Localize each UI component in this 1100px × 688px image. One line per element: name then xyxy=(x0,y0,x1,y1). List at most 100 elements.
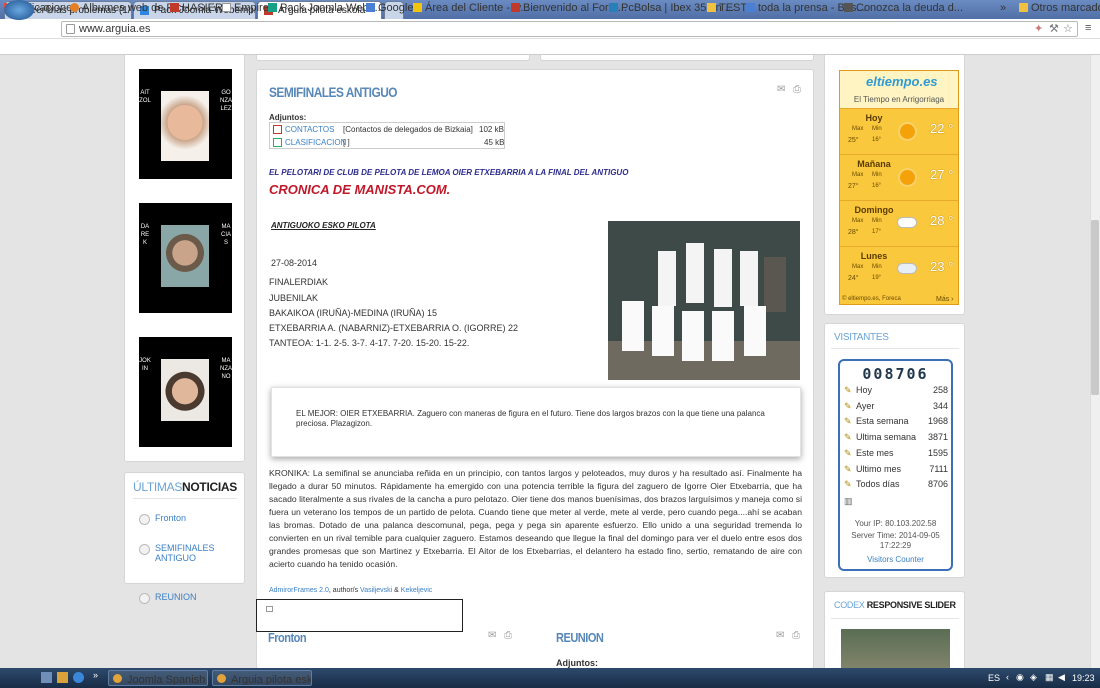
attachment-clasificacion[interactable]: CLASIFICACION xyxy=(285,138,346,147)
player-card[interactable]: AITZOL GONZALEZ xyxy=(139,69,232,179)
pencil-icon: ✎ xyxy=(844,463,852,474)
stat-label: Esta semana xyxy=(856,416,909,427)
attachment-contactos[interactable]: CONTACTOS xyxy=(285,125,334,134)
cronica-heading: CRONICA DE MANISTA.COM. xyxy=(269,182,451,197)
taskbar-overflow[interactable]: » xyxy=(93,670,98,680)
visitor-stat-row: ✎ Todos días 8706 xyxy=(844,479,948,490)
explorer-icon[interactable] xyxy=(57,672,68,683)
print-icon[interactable]: ⎙ xyxy=(792,630,800,641)
menu-icon[interactable]: ≡ xyxy=(1085,22,1091,34)
wrench-extension-icon[interactable]: ⚒ xyxy=(1049,22,1059,35)
coach-figure xyxy=(764,257,786,312)
article-title[interactable]: SEMIFINALES ANTIGUO xyxy=(269,84,398,100)
min-temp: 16° xyxy=(872,137,882,143)
player-first-name: JOKIN xyxy=(139,358,151,372)
network-icon[interactable]: ▦ xyxy=(1045,672,1054,683)
pencil-icon: ✎ xyxy=(844,385,852,395)
extension-icon[interactable]: ✦ xyxy=(1034,22,1043,35)
address-bar[interactable]: www.arguia.es xyxy=(61,21,1078,37)
max-temp: 24° xyxy=(848,275,859,282)
bookmark-empire[interactable]: Empire xyxy=(222,2,269,14)
print-icon[interactable]: ⎙ xyxy=(504,630,512,641)
news-item-reunion[interactable]: REUNION xyxy=(139,592,258,604)
player-card[interactable]: DAREK MACIAS xyxy=(139,203,232,313)
player-photo xyxy=(161,225,209,287)
quote-box: EL MEJOR: OIER ETXEBARRIA. Zaguero con m… xyxy=(271,387,801,457)
player-figure xyxy=(658,251,676,306)
site-icon xyxy=(844,3,853,12)
bookmark-test[interactable]: TEST xyxy=(707,2,747,14)
desktop-icon[interactable] xyxy=(41,672,52,683)
next-article-reunion[interactable]: REUNION xyxy=(556,630,604,645)
module-title: ÚLTIMASNOTICIAS xyxy=(133,480,237,494)
volume-icon[interactable]: ◀ xyxy=(1058,672,1065,683)
bookmarks-overflow[interactable]: » xyxy=(1000,2,1006,14)
stats-icon: ▥ xyxy=(844,496,853,506)
news-item-semifinales[interactable]: SEMIFINALES ANTIGUO xyxy=(139,543,229,563)
attachment-size: 45 kB xyxy=(484,138,505,147)
tray-arrow-icon[interactable]: ‹ xyxy=(1006,672,1009,682)
next-article-fronton[interactable]: Fronton xyxy=(268,630,307,645)
tray-icon[interactable]: ◈ xyxy=(1030,672,1037,683)
player-last-name: MACIAS xyxy=(220,224,231,246)
email-icon[interactable]: ✉ xyxy=(776,630,784,641)
current-temp: 27 ° xyxy=(930,167,954,182)
other-bookmarks[interactable]: Otros marcadores xyxy=(1019,2,1100,14)
max-temp: 27° xyxy=(848,183,859,190)
file-icon xyxy=(273,125,282,134)
frame-placeholder xyxy=(256,599,463,632)
clock[interactable]: 19:23 xyxy=(1072,673,1095,683)
article-date: 27-08-2014 xyxy=(271,258,318,268)
min-temp: 19° xyxy=(872,275,882,281)
stat-value: 1595 xyxy=(927,447,948,458)
print-icon[interactable]: ⎙ xyxy=(793,84,801,95)
email-icon[interactable]: ✉ xyxy=(488,630,496,641)
visitors-counter-link[interactable]: Visitors Counter xyxy=(840,555,951,564)
section-heading: ANTIGUOKO ESKO PILOTA xyxy=(271,221,376,230)
page-viewport: AITZOL GONZALEZ DAREK MACIAS JOKIN MANZA… xyxy=(0,55,1090,668)
language-indicator[interactable]: ES xyxy=(988,673,1000,683)
folder-icon xyxy=(707,3,716,12)
divider xyxy=(831,618,959,619)
slider-image[interactable] xyxy=(841,629,950,668)
player-figure xyxy=(740,251,758,306)
folder-icon xyxy=(1019,3,1028,12)
visitor-stat-row: ✎ Ayer 344 xyxy=(844,401,948,411)
taskbar-item-arguia[interactable]: Arguia pilota eskola ... xyxy=(212,670,312,686)
star-icon[interactable]: ☆ xyxy=(1063,22,1073,35)
credit-link[interactable]: AdmirorFrames 2.0 xyxy=(269,587,329,594)
stat-value: 8706 xyxy=(927,479,948,490)
max-label: Max xyxy=(852,172,864,178)
tray-icon[interactable]: ◉ xyxy=(1016,672,1024,683)
player-figure xyxy=(682,311,704,361)
visitor-stat-row: ✎ Ultima semana 3871 xyxy=(844,432,948,442)
min-label: Min xyxy=(872,264,882,270)
result-line: JUBENILAK xyxy=(269,293,319,303)
eltiempo-logo: eltiempo.es xyxy=(866,74,938,89)
kronika-text: KRONIKA: La semifinal se anunciaba reñid… xyxy=(269,468,802,569)
weather-more-link[interactable]: Más › xyxy=(936,296,954,303)
weather-header: eltiempo.es El Tiempo en Arrigorriaga xyxy=(840,71,958,108)
player-photo xyxy=(161,91,209,161)
google-icon xyxy=(366,3,375,12)
attachment-desc: [ ] xyxy=(343,138,350,147)
email-icon[interactable]: ✉ xyxy=(777,84,785,95)
weather-widget[interactable]: eltiempo.es El Tiempo en Arrigorriaga Ho… xyxy=(839,70,959,305)
player-figure xyxy=(686,243,704,303)
team-photo[interactable] xyxy=(608,221,800,380)
result-line: ETXEBARRIA A. (NABARNIZ)-ETXEBARRIA O. (… xyxy=(269,323,519,333)
latest-news-module: ÚLTIMASNOTICIAS Fronton SEMIFINALES ANTI… xyxy=(124,472,245,604)
player-card[interactable]: JOKIN MANZANO xyxy=(139,337,232,447)
credit-link[interactable]: Vasiljevski xyxy=(360,587,392,594)
scrollbar-thumb[interactable] xyxy=(1091,220,1099,395)
bookmark-google[interactable]: Google xyxy=(366,2,413,14)
max-temp: 25° xyxy=(848,137,859,144)
start-button[interactable] xyxy=(4,0,34,20)
taskbar-item-joomla[interactable]: Joomla Spanish Serv... xyxy=(108,670,208,686)
min-temp: 16° xyxy=(872,183,882,189)
credit-link[interactable]: Kekeljevic xyxy=(401,587,433,594)
news-item-fronton[interactable]: Fronton xyxy=(139,513,258,525)
min-label: Min xyxy=(872,218,882,224)
ie-icon[interactable] xyxy=(73,672,84,683)
bookmark-deuda[interactable]: Conozca la deuda d... xyxy=(844,2,963,14)
